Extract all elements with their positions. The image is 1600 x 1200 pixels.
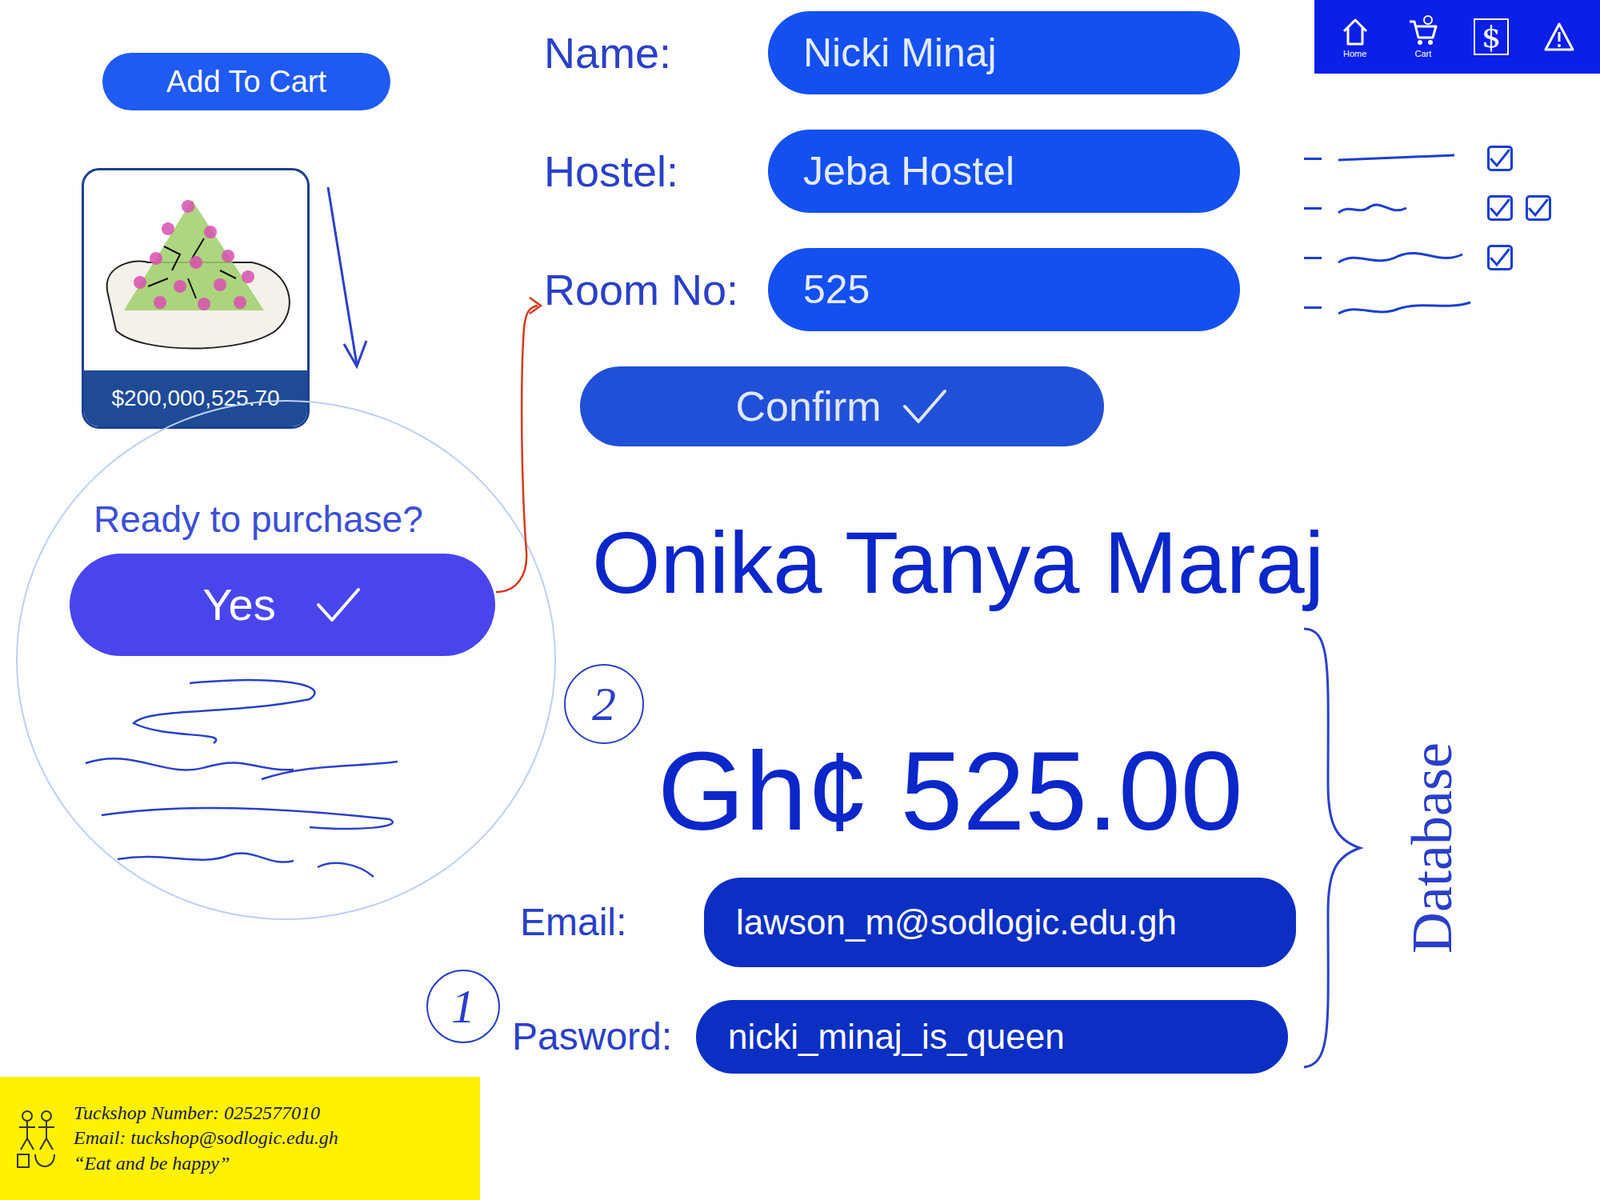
dash-mark xyxy=(1304,306,1322,309)
tuckshop-logo-icon xyxy=(12,1106,61,1171)
text-field[interactable]: nicki_minaj_is_queen xyxy=(696,1000,1288,1074)
checkbox[interactable] xyxy=(1487,244,1513,271)
checkbox[interactable] xyxy=(1487,195,1513,221)
delivery-form: Name:Nicki MinajHostel:Jeba HostelRoom N… xyxy=(544,11,1264,447)
form-row: Room No:525 xyxy=(544,248,1264,332)
step-number: 1 xyxy=(426,969,500,1044)
checklist-row xyxy=(1304,288,1584,326)
footer-line: Tuckshop Number: 0252577010 xyxy=(73,1100,339,1126)
scribble-line-icon xyxy=(1334,142,1475,175)
tick-icon xyxy=(1488,247,1512,268)
order-amount: Gh¢ 525.00 xyxy=(657,724,1244,859)
field-label: Hostel: xyxy=(544,139,768,204)
text-field[interactable]: Nicki Minaj xyxy=(768,11,1240,95)
field-label: Name: xyxy=(544,20,768,86)
food-image-icon xyxy=(92,182,300,359)
checklist-row xyxy=(1304,189,1584,227)
nav-item[interactable]: $ xyxy=(1459,18,1524,56)
tick-icon xyxy=(1488,197,1512,219)
customer-name: Onika Tanya Maraj xyxy=(592,512,1324,614)
scribble-notes-icon xyxy=(69,667,498,892)
product-card[interactable]: $200,000,525.70 xyxy=(81,168,310,429)
brace-icon xyxy=(1296,624,1368,1072)
field-label: Pasword: xyxy=(512,1008,696,1066)
check-icon xyxy=(900,386,949,427)
flow-arrow-icon xyxy=(480,288,544,608)
tick-icon xyxy=(1527,197,1550,219)
dash-mark xyxy=(1304,256,1322,260)
field-label: Email: xyxy=(520,893,704,952)
top-nav-bar: Home Cart $ xyxy=(1314,0,1600,74)
purchase-panel: Ready to purchase? Yes xyxy=(69,492,498,892)
step-number: 2 xyxy=(564,664,644,744)
scribble-line-icon xyxy=(1334,192,1475,224)
sketch-canvas: Home Cart $ Add To Cart $200,000,525.70 Name:… xyxy=(0,0,1600,1200)
alert-icon xyxy=(1543,20,1576,53)
dash-mark xyxy=(1304,207,1322,210)
checkbox[interactable] xyxy=(1525,195,1552,221)
down-arrow-icon xyxy=(320,184,370,373)
footer-line: “Eat and be happy” xyxy=(73,1151,339,1176)
nav-item[interactable]: Home xyxy=(1323,15,1388,59)
money-icon: $ xyxy=(1473,18,1509,56)
add-to-cart-button[interactable]: Add To Cart xyxy=(102,52,391,111)
confirm-button[interactable]: Confirm xyxy=(580,366,1104,447)
footer-line: Email: tuckshop@sodlogic.edu.gh xyxy=(73,1125,339,1151)
product-price: $200,000,525.70 xyxy=(84,370,308,427)
form-row: Name:Nicki Minaj xyxy=(544,11,1264,95)
yes-label: Yes xyxy=(202,571,276,639)
nav-label: Cart xyxy=(1414,48,1432,59)
checkbox[interactable] xyxy=(1487,145,1513,172)
field-label: Room No: xyxy=(544,257,768,323)
form-row: Hostel:Jeba Hostel xyxy=(544,129,1264,213)
tick-icon xyxy=(1488,148,1512,169)
checklist-row xyxy=(1304,239,1584,276)
yes-button[interactable]: Yes xyxy=(69,553,496,656)
nav-item[interactable]: Cart xyxy=(1391,15,1456,59)
tuckshop-footer: Tuckshop Number: 0252577010Email: tucksh… xyxy=(0,1076,480,1200)
account-row: Email:lawson_m@sodlogic.edu.gh xyxy=(520,877,1296,968)
checklist-row xyxy=(1304,140,1584,177)
scribble-line-icon xyxy=(1334,241,1475,274)
checklist xyxy=(1304,140,1584,326)
text-field[interactable]: 525 xyxy=(768,248,1240,332)
text-field[interactable]: Jeba Hostel xyxy=(768,129,1240,213)
database-label-box: Database xyxy=(1384,704,1480,992)
nav-item[interactable] xyxy=(1527,20,1592,53)
database-label: Database xyxy=(1388,742,1476,954)
account-row: Pasword:nicki_minaj_is_queen xyxy=(512,1000,1288,1074)
nav-label: Home xyxy=(1343,48,1367,59)
purchase-prompt: Ready to purchase? xyxy=(93,492,498,548)
footer-text: Tuckshop Number: 0252577010Email: tucksh… xyxy=(73,1100,339,1176)
scribble-line-icon xyxy=(1334,291,1475,324)
confirm-label: Confirm xyxy=(735,375,881,438)
check-icon xyxy=(314,584,363,625)
product-image xyxy=(84,170,308,371)
cart-icon xyxy=(1407,15,1440,48)
text-field[interactable]: lawson_m@sodlogic.edu.gh xyxy=(704,877,1296,968)
dash-mark xyxy=(1304,157,1322,160)
home-icon xyxy=(1339,15,1372,48)
purchase-outline xyxy=(16,400,556,920)
